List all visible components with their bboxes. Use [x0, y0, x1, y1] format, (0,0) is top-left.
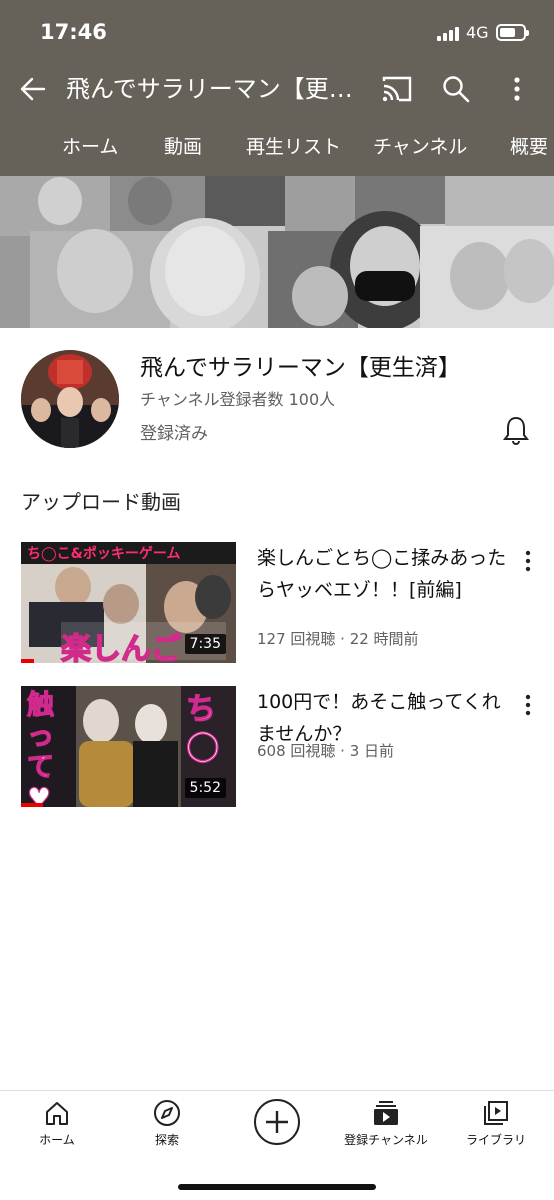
nav-subscriptions-label: 登録チャンネル — [344, 1133, 428, 1147]
video-thumbnail[interactable]: ち◯こ&ポッキーゲーム 楽しんご 7:35 — [21, 542, 236, 663]
nav-subscriptions[interactable]: 登録チャンネル — [331, 1099, 441, 1148]
signal-icon — [437, 25, 459, 41]
video-meta: 608 回視聴 · 3 日前 — [257, 742, 395, 760]
network-type: 4G — [466, 23, 489, 42]
status-time: 17:46 — [40, 20, 107, 44]
nav-library-label: ライブラリ — [465, 1133, 526, 1147]
video-more-icon[interactable] — [518, 548, 538, 574]
channel-info: 飛んでサラリーマン【更生済】 チャンネル登録者数 100人 登録済み — [0, 328, 554, 458]
channel-name: 飛んでサラリーマン【更生済】 — [140, 355, 461, 381]
subscriber-count: チャンネル登録者数 100人 — [140, 390, 336, 409]
search-icon[interactable] — [441, 74, 471, 104]
video-meta: 127 回視聴 · 22 時間前 — [257, 630, 419, 648]
library-icon — [484, 1101, 508, 1125]
create-icon — [254, 1099, 300, 1145]
watch-progress-bar — [21, 803, 43, 807]
tab-playlists[interactable]: 再生リスト — [246, 132, 341, 159]
nav-explore-label: 探索 — [154, 1133, 179, 1147]
nav-home[interactable]: ホーム — [2, 1099, 112, 1148]
channel-banner — [0, 176, 554, 328]
explore-icon — [154, 1100, 180, 1126]
status-bar: 17:46 4G — [0, 0, 554, 60]
cast-icon[interactable] — [381, 74, 413, 104]
thumbnail-caption-bottom: 楽しんご — [60, 631, 182, 663]
channel-tabs: ホーム 動画 再生リスト チャンネル 概要 — [0, 126, 554, 166]
battery-icon — [496, 24, 529, 41]
tab-channels[interactable]: チャンネル — [373, 132, 467, 159]
video-duration: 5:52 — [184, 778, 226, 798]
channel-avatar[interactable] — [21, 350, 119, 448]
home-icon — [46, 1102, 68, 1125]
nav-create[interactable] — [222, 1098, 332, 1146]
back-arrow-icon[interactable] — [18, 74, 48, 104]
more-options-icon[interactable] — [502, 74, 532, 104]
channel-header: 17:46 4G 飛んでサラリーマン【更… ホーム 動画 再生リスト チャンネル… — [0, 0, 554, 176]
nav-explore[interactable]: 探索 — [112, 1099, 222, 1148]
nav-library[interactable]: ライブラリ — [441, 1099, 551, 1148]
page-title: 飛んでサラリーマン【更… — [66, 75, 353, 103]
banner-collage-image — [0, 176, 554, 328]
watch-progress-bar — [21, 659, 34, 663]
video-duration: 7:35 — [184, 634, 226, 654]
notification-bell-icon[interactable] — [500, 414, 532, 446]
tab-videos[interactable]: 動画 — [164, 132, 202, 159]
video-thumbnail[interactable]: 触って♥ ち◯ 5:52 — [21, 686, 236, 807]
uploads-heading: アップロード動画 — [21, 490, 181, 514]
app-bar: 飛んでサラリーマン【更… — [0, 62, 554, 116]
video-item[interactable]: ち◯こ&ポッキーゲーム 楽しんご 7:35 楽しんごとち◯こ揉みあったらヤッベエ… — [0, 542, 554, 668]
tab-home[interactable]: ホーム — [62, 132, 118, 159]
tab-about[interactable]: 概要 — [510, 132, 548, 159]
video-item[interactable]: 触って♥ ち◯ 5:52 100円で！あそこ触ってくれませんか？ 608 回視聴… — [0, 686, 554, 812]
video-title[interactable]: 楽しんごとち◯こ揉みあったらヤッベエゾ！！[前編] — [257, 542, 507, 606]
thumbnail-caption-left: 触って♥ — [26, 689, 54, 807]
video-more-icon[interactable] — [518, 692, 538, 718]
thumbnail-caption-right: ち◯ — [185, 691, 220, 763]
home-indicator — [178, 1184, 376, 1190]
subscribed-button[interactable]: 登録済み — [140, 419, 208, 444]
subscriptions-icon — [374, 1101, 398, 1125]
nav-home-label: ホーム — [39, 1133, 75, 1147]
thumbnail-caption-top: ち◯こ&ポッキーゲーム — [27, 546, 181, 562]
